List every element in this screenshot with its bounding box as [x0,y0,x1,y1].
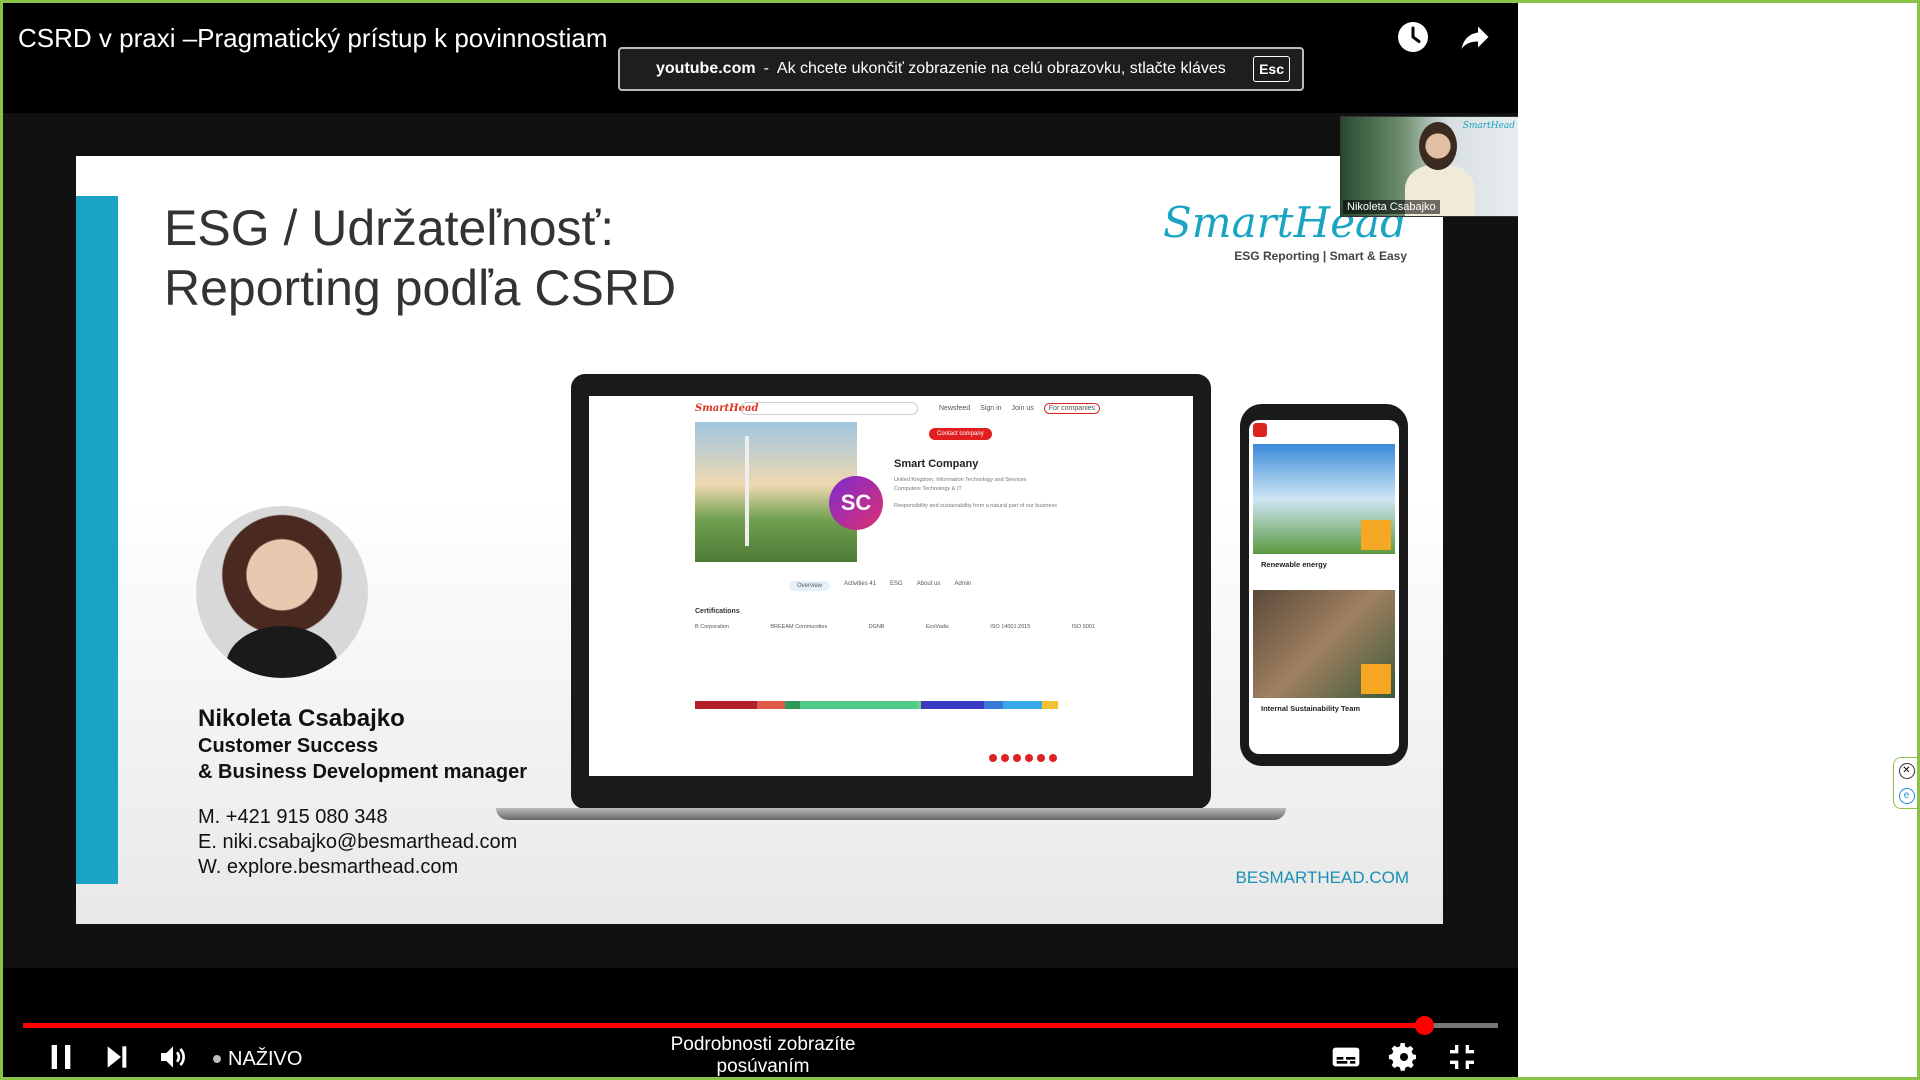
slide-title: ESG / Udržateľnosť: Reporting podľa CSRD [164,198,676,318]
sdg-icon [1361,520,1391,550]
progress-bar[interactable] [23,1016,1498,1035]
laptop-tabs: Overview Activities 41 ESG About us Admi… [789,581,971,591]
laptop-nav-item: Sign in [980,404,1002,412]
bar-segment [1003,701,1043,709]
presentation-slide: ESG / Udržateľnosť: Reporting podľa CSRD… [76,156,1443,924]
fullscreen-notice: youtube.com - Ak chcete ukončiť zobrazen… [618,47,1304,91]
slide-footer-url: BESMARTHEAD.COM [1235,868,1410,887]
laptop-desc-line: United Kingdom, Information Technology a… [894,477,1027,483]
cert-item: ISO 14001:2015 [990,624,1031,630]
phone-logo [1253,423,1267,437]
fullscreen-notice-domain: youtube.com [656,60,756,77]
speaker-name-label: Nikoleta Csabajko [1343,200,1440,214]
laptop-screen: SmartHead Newsfeed Sign in Join us For c… [589,396,1193,776]
video-player[interactable]: CSRD v praxi –Pragmatický prístup k povi… [3,3,1518,1077]
bar-segment [983,701,1004,709]
sdg-icon [1361,664,1391,694]
progress-fill [23,1023,1425,1028]
phone-screen: Renewable energy Internal Sustainability… [1249,420,1399,754]
volume-icon[interactable] [157,1041,189,1078]
top-actions [1395,19,1493,60]
laptop-company-name: Smart Company [894,458,979,470]
cert-item: BREEAM Communities [770,624,828,630]
live-indicator[interactable]: NAŽIVO [213,1048,302,1071]
laptop-tab: ESG [890,581,903,587]
video-title[interactable]: CSRD v praxi –Pragmatický prístup k povi… [18,23,608,54]
close-icon[interactable]: ✕ [1898,762,1915,779]
bar-segment [800,701,918,709]
laptop-nav-item: For companies [1043,402,1101,414]
presenter-phone: M. +421 915 080 348 [198,806,388,828]
laptop-tab: Activities 41 [844,581,877,587]
laptop-company-desc: United Kingdom, Information Technology a… [894,476,1114,511]
laptop-tab: Overview [789,581,831,591]
presenter-email: E. niki.csabajko@besmarthead.com [198,831,518,853]
progress-scrubber[interactable] [1415,1016,1435,1035]
cert-item: EcoVadis [925,624,949,630]
scroll-for-details[interactable]: Podrobnosti zobrazíte posúvaním ⌄ [623,1034,903,1077]
cert-item: DGNB [868,624,885,630]
browser-extension-widget[interactable]: ✕ e [1893,757,1919,809]
esc-key-badge: Esc [1253,56,1290,82]
laptop-mockup: SmartHead Newsfeed Sign in Join us For c… [571,374,1211,809]
skip-next-icon[interactable] [101,1041,133,1078]
laptop-certifications: B Corporation BREEAM Communities DGNB Ec… [695,624,1095,630]
phone-card-label: Renewable energy [1261,560,1327,569]
slide-title-line2: Reporting podľa CSRD [164,260,677,316]
laptop-desc-line: Computers Technology & IT [894,486,962,492]
controls-right [1330,1039,1478,1077]
scroll-hint-text: Podrobnosti zobrazíte posúvaním [670,1034,856,1077]
phone-card-image-energy [1253,444,1395,554]
laptop-nav-item: Join us [1011,404,1034,412]
slide-accent-bar [76,196,118,884]
bar-segment [921,701,984,709]
laptop-contact-button: Contact company [929,428,992,440]
live-dot [213,1055,221,1063]
share-icon[interactable] [1457,19,1493,60]
bar-segment [757,701,785,709]
subtitles-icon[interactable] [1330,1041,1362,1078]
phone-mockup: Renewable energy Internal Sustainability… [1240,404,1408,766]
laptop-nav: Newsfeed Sign in Join us For companies [589,396,1193,420]
presenter-photo [196,506,368,678]
laptop-tab: About us [916,581,941,587]
presenter-name: Nikoleta Csabajko [198,705,405,732]
laptop-desc-line: Responsibility and sustainability form a… [894,503,1057,509]
fullscreen-notice-separator: - [763,60,769,77]
sustainability-activity-bar [695,701,1085,709]
phone-card-image-team [1253,590,1395,698]
exit-fullscreen-icon[interactable] [1446,1041,1478,1078]
video-frame[interactable]: ESG / Udržateľnosť: Reporting podľa CSRD… [3,113,1518,968]
laptop-social-icons [989,754,1057,762]
pause-icon[interactable] [45,1041,77,1078]
presenter-role-line2: & Business Development manager [198,761,527,783]
controls-left: NAŽIVO [45,1039,302,1077]
fullscreen-notice-message: Ak chcete ukončiť zobrazenie na celú obr… [776,60,1226,77]
laptop-certifications-title: Certifications [695,608,740,615]
laptop-nav-item: Newsfeed [939,404,971,412]
bar-segment [1042,701,1058,709]
speaker-camera: SmartHead Nikoleta Csabajko [1340,116,1518,217]
laptop-base [496,808,1286,820]
live-label: NAŽIVO [228,1047,303,1070]
brand-tagline: ESG Reporting | Smart & Easy [1234,249,1407,263]
extension-icon[interactable]: e [1898,787,1915,804]
presenter-info: Nikoleta Csabajko Customer Success & Bus… [198,705,527,880]
bar-segment [784,701,801,709]
clock-icon[interactable] [1395,19,1431,60]
pip-brand-logo: SmartHead [1462,121,1515,131]
presenter-web: W. explore.besmarthead.com [198,856,459,878]
presenter-role-line1: Customer Success [198,735,379,757]
slide-title-line1: ESG / Udržateľnosť: [164,200,615,256]
laptop-tab: Admin [954,581,972,587]
phone-card-label: Internal Sustainability Team [1261,704,1361,713]
cert-item: B Corporation [695,624,729,630]
bar-segment [695,701,758,709]
cert-item: ISO 5001 [1071,624,1095,630]
gear-icon[interactable] [1388,1041,1420,1078]
company-badge: SC [829,476,883,530]
